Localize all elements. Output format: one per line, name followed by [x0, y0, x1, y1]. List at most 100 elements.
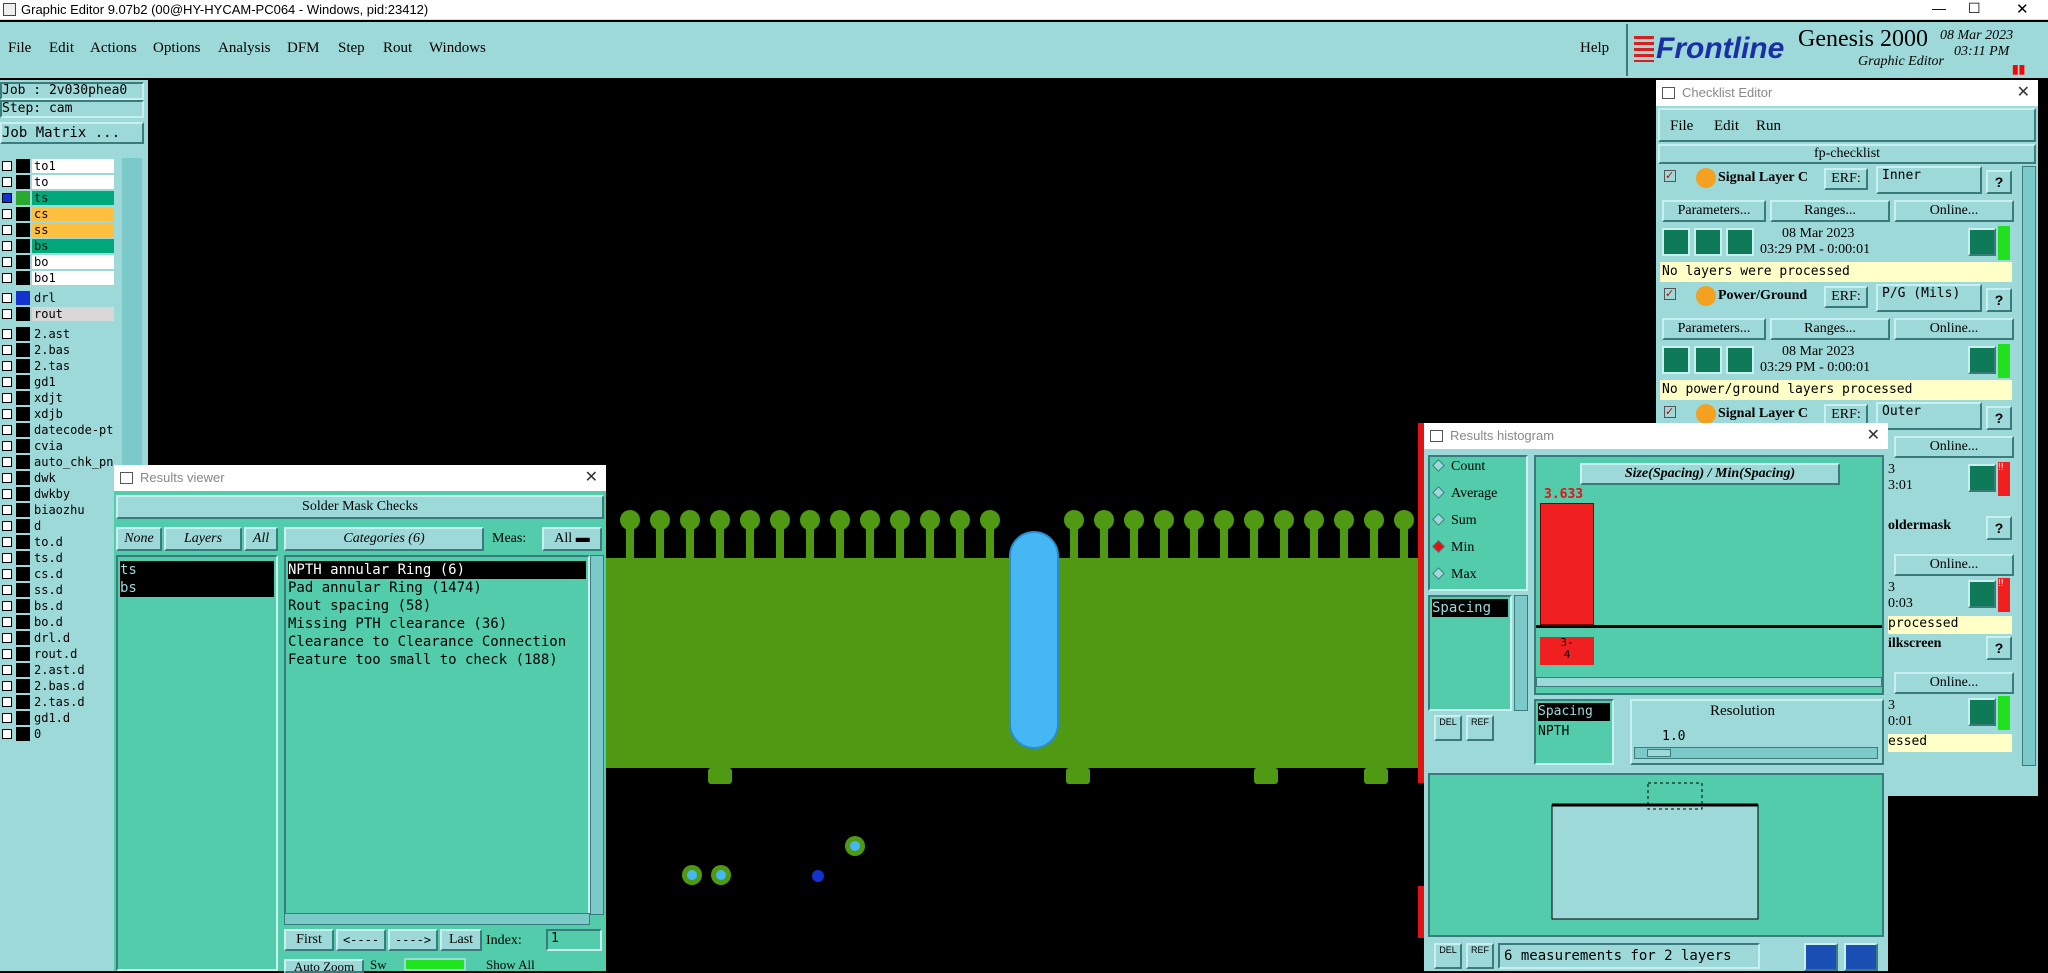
- del-button-bottom[interactable]: DEL: [1434, 943, 1462, 969]
- layer-name[interactable]: cvia: [32, 439, 114, 453]
- layer-checkbox[interactable]: [2, 457, 12, 467]
- layer-color-swatch[interactable]: [16, 471, 30, 485]
- layer-name[interactable]: bs.d: [32, 599, 114, 613]
- layer-name[interactable]: ss: [32, 223, 114, 237]
- layer-checkbox[interactable]: [2, 617, 12, 627]
- stat-option-max[interactable]: Max: [1432, 567, 1477, 583]
- layer-checkbox[interactable]: [2, 345, 12, 355]
- layer-row[interactable]: rout.d: [0, 646, 116, 662]
- last-button[interactable]: Last: [440, 929, 482, 951]
- layer-name[interactable]: cs: [32, 207, 114, 221]
- layer-row[interactable]: 2.ast: [0, 326, 116, 342]
- table-row-npth[interactable]: NPTH: [1538, 723, 1610, 741]
- erf-button[interactable]: ERF:: [1824, 168, 1868, 190]
- erf-value[interactable]: Inner: [1876, 166, 1982, 194]
- checklist-scrollbar[interactable]: [2022, 166, 2036, 766]
- layer-color-swatch[interactable]: [16, 679, 30, 693]
- layer-checkbox[interactable]: [2, 361, 12, 371]
- menu-rout[interactable]: Rout: [383, 40, 412, 57]
- layer-checkbox[interactable]: [2, 713, 12, 723]
- check-name-fragment[interactable]: oldermask: [1888, 518, 1951, 534]
- online-button[interactable]: Online...: [1894, 436, 2014, 458]
- layer-checkbox[interactable]: [2, 441, 12, 451]
- layer-color-swatch[interactable]: [16, 255, 30, 269]
- layer-checkbox[interactable]: [2, 293, 12, 303]
- layer-name[interactable]: drl: [32, 291, 114, 305]
- layer-row[interactable]: xdjb: [0, 406, 116, 422]
- layer-checkbox[interactable]: [2, 393, 12, 403]
- ref-button[interactable]: REF: [1466, 715, 1494, 741]
- zoom-icon[interactable]: [1968, 228, 1996, 256]
- first-button[interactable]: First: [284, 929, 334, 951]
- layer-color-swatch[interactable]: [16, 439, 30, 453]
- category-vscroll[interactable]: [590, 555, 604, 915]
- zoom-icon[interactable]: [1968, 580, 1996, 608]
- parameters-button[interactable]: Parameters...: [1662, 318, 1766, 340]
- layer-row[interactable]: cvia: [0, 438, 116, 454]
- layer-name[interactable]: ts.d: [32, 551, 114, 565]
- menu-help[interactable]: Help: [1580, 40, 1609, 57]
- layer-row[interactable]: biaozhu: [0, 502, 116, 518]
- erf-value[interactable]: Outer: [1876, 402, 1982, 430]
- layer-checkbox[interactable]: [2, 177, 12, 187]
- next-button[interactable]: ---->: [388, 929, 438, 951]
- layer-checkbox[interactable]: [2, 681, 12, 691]
- online-button[interactable]: Online...: [1894, 318, 2014, 340]
- layer-name[interactable]: datecode-pt: [32, 423, 114, 437]
- close-icon[interactable]: ✕: [585, 465, 598, 491]
- job-matrix-button[interactable]: Job Matrix ...: [0, 122, 144, 144]
- resolution-slider[interactable]: [1634, 747, 1878, 759]
- layer-color-swatch[interactable]: [16, 599, 30, 613]
- layer-row[interactable]: 2.ast.d: [0, 662, 116, 678]
- help-button[interactable]: ?: [1986, 406, 2012, 430]
- layer-row[interactable]: ts.d: [0, 550, 116, 566]
- layer-checkbox[interactable]: [2, 521, 12, 531]
- menu-edit[interactable]: Edit: [49, 40, 74, 57]
- layer-name[interactable]: bo: [32, 255, 114, 269]
- check-enabled-checkbox[interactable]: ✓: [1664, 288, 1676, 300]
- layer-checkbox[interactable]: [2, 409, 12, 419]
- layer-name[interactable]: 2.ast: [32, 327, 114, 341]
- report-icon[interactable]: [1844, 943, 1878, 971]
- layer-color-swatch[interactable]: [16, 191, 30, 205]
- layer-name[interactable]: rout: [32, 307, 114, 321]
- category-item[interactable]: NPTH annular Ring (6): [288, 561, 586, 579]
- online-button[interactable]: Online...: [1894, 200, 2014, 222]
- layer-row[interactable]: ss.d: [0, 582, 116, 598]
- run-all-icon[interactable]: [1694, 346, 1722, 374]
- online-button[interactable]: Online...: [1894, 672, 2014, 694]
- layer-name[interactable]: gd1: [32, 375, 114, 389]
- layer-checkbox[interactable]: [2, 257, 12, 267]
- layer-name[interactable]: 2.ast.d: [32, 663, 114, 677]
- layer-name[interactable]: cs.d: [32, 567, 114, 581]
- layer-checkbox[interactable]: [2, 569, 12, 579]
- layer-row[interactable]: to: [0, 174, 116, 190]
- help-button[interactable]: ?: [1986, 288, 2012, 312]
- chart-hscroll[interactable]: [1536, 677, 1882, 687]
- layer-color-swatch[interactable]: [16, 455, 30, 469]
- stat-option-min[interactable]: Min: [1432, 540, 1474, 556]
- layer-checkbox[interactable]: [2, 489, 12, 499]
- layer-checkbox[interactable]: [2, 309, 12, 319]
- layer-checkbox[interactable]: [2, 729, 12, 739]
- layer-row[interactable]: gd1.d: [0, 710, 116, 726]
- checklist-menu-edit[interactable]: Edit: [1714, 118, 1739, 135]
- layer-name[interactable]: to.d: [32, 535, 114, 549]
- layer-checkbox[interactable]: [2, 553, 12, 563]
- layer-checkbox[interactable]: [2, 225, 12, 235]
- layer-color-swatch[interactable]: [16, 647, 30, 661]
- layer-row[interactable]: drl: [0, 290, 116, 306]
- layer-checkbox[interactable]: [2, 193, 12, 203]
- layer-color-swatch[interactable]: [16, 327, 30, 341]
- zoom-icon[interactable]: [1968, 464, 1996, 492]
- layer-name[interactable]: 2.bas.d: [32, 679, 114, 693]
- layer-row[interactable]: ts: [0, 190, 116, 206]
- category-list[interactable]: NPTH annular Ring (6) Pad annular Ring (…: [284, 555, 590, 915]
- layer-row[interactable]: 2.bas: [0, 342, 116, 358]
- ranges-button[interactable]: Ranges...: [1770, 200, 1890, 222]
- menu-step[interactable]: Step: [338, 40, 365, 57]
- layer-checkbox[interactable]: [2, 505, 12, 515]
- radio-diamond-icon[interactable]: [1432, 567, 1445, 580]
- layer-color-swatch[interactable]: [16, 159, 30, 173]
- layer-name[interactable]: dwkby: [32, 487, 114, 501]
